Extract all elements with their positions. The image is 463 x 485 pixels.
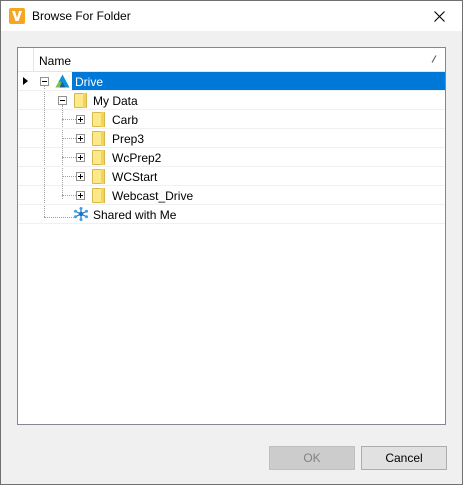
selection-highlight: [72, 72, 445, 90]
tree-item-wcstart[interactable]: WCStart: [18, 167, 445, 186]
tree-item-label: Shared with Me: [93, 208, 177, 222]
current-row-marker: [23, 77, 28, 85]
title-bar: Browse For Folder: [1, 1, 462, 31]
ok-button[interactable]: OK: [269, 446, 355, 470]
expand-toggle[interactable]: [76, 115, 85, 124]
tree-item-label: WcPrep2: [112, 151, 162, 165]
folder-icon: [92, 150, 105, 165]
folder-icon: [92, 188, 105, 203]
browse-folder-dialog: Browse For Folder Name Drive My Data Car…: [0, 0, 463, 485]
tree-item-drive[interactable]: Drive: [18, 72, 445, 91]
tree-item-wcprep2[interactable]: WcPrep2: [18, 148, 445, 167]
tree-line: [62, 157, 76, 158]
tree-item-my-data[interactable]: My Data: [18, 91, 445, 110]
tree-header: Name: [18, 48, 445, 72]
tree-item-webcast-drive[interactable]: Webcast_Drive: [18, 186, 445, 205]
expand-toggle[interactable]: [76, 191, 85, 200]
cancel-button[interactable]: Cancel: [361, 446, 447, 470]
tree-item-prep3[interactable]: Prep3: [18, 129, 445, 148]
row-selector-header: [18, 48, 34, 71]
window-title: Browse For Folder: [32, 9, 131, 23]
tree-item-label: Drive: [75, 75, 104, 89]
expand-toggle[interactable]: [76, 134, 85, 143]
folder-icon: [74, 93, 87, 108]
name-column-header[interactable]: Name: [39, 54, 71, 68]
autodesk-vault-icon: [9, 8, 25, 24]
expand-toggle[interactable]: [76, 153, 85, 162]
expand-toggle[interactable]: [76, 172, 85, 181]
tree-item-label: WCStart: [112, 170, 158, 184]
close-button[interactable]: [416, 1, 462, 31]
tree-line: [62, 195, 76, 196]
tree-line: [62, 119, 76, 120]
tree-line: [62, 138, 76, 139]
tree-item-carb[interactable]: Carb: [18, 110, 445, 129]
autodesk-drive-icon: [55, 74, 70, 88]
tree-item-label: Prep3: [112, 132, 145, 146]
folder-icon: [92, 112, 105, 127]
sort-icon: [431, 55, 437, 63]
folder-icon: [92, 169, 105, 184]
shared-network-icon: [74, 207, 88, 221]
collapse-toggle[interactable]: [58, 96, 67, 105]
tree-item-label: Webcast_Drive: [112, 189, 194, 203]
collapse-toggle[interactable]: [40, 77, 49, 86]
tree-line: [62, 176, 76, 177]
tree-item-label: Carb: [112, 113, 139, 127]
tree-item-shared-with-me[interactable]: Shared with Me: [18, 205, 445, 224]
close-icon: [433, 10, 445, 22]
folder-icon: [92, 131, 105, 146]
tree-item-label: My Data: [93, 94, 138, 108]
folder-tree[interactable]: Name Drive My Data Carb Prep3 WcPrep2 WC…: [17, 47, 446, 425]
